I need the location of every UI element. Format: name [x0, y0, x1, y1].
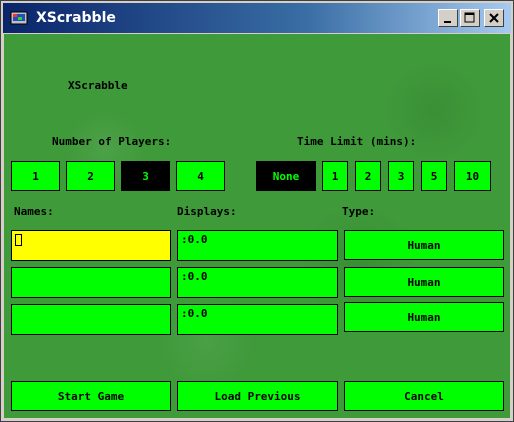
player-2-type-button[interactable]: Human	[344, 267, 504, 297]
players-option-1[interactable]: 1	[11, 161, 60, 191]
displays-column-label: Displays:	[177, 205, 237, 218]
load-previous-button[interactable]: Load Previous	[177, 381, 338, 411]
player-2-display-value: :0.0	[181, 270, 208, 283]
player-3-display-input[interactable]: :0.0	[177, 304, 338, 335]
minimize-icon	[444, 21, 451, 23]
players-option-2[interactable]: 2	[66, 161, 115, 191]
players-option-4[interactable]: 4	[176, 161, 225, 191]
close-button[interactable]	[484, 9, 504, 27]
app-icon	[10, 11, 28, 25]
player-1-display-value: :0.0	[181, 233, 208, 246]
names-column-label: Names:	[14, 205, 54, 218]
text-cursor	[15, 234, 22, 246]
time-limit-label: Time Limit (mins):	[297, 135, 417, 148]
close-icon	[489, 13, 499, 23]
time-option-3[interactable]: 3	[388, 161, 414, 191]
players-label: Number of Players:	[52, 135, 172, 148]
xscrabble-window: XScrabble XScrabble Number of Players: T…	[0, 0, 514, 422]
maximize-icon	[464, 12, 475, 23]
time-option-10[interactable]: 10	[454, 161, 491, 191]
time-option-2[interactable]: 2	[355, 161, 381, 191]
window-title: XScrabble	[36, 10, 116, 26]
player-2-display-input[interactable]: :0.0	[177, 267, 338, 298]
app-label: XScrabble	[68, 79, 128, 92]
time-option-none[interactable]: None	[256, 161, 316, 191]
player-3-name-input[interactable]	[11, 304, 171, 335]
player-3-display-value: :0.0	[181, 307, 208, 320]
player-1-type-button[interactable]: Human	[344, 230, 504, 260]
cancel-button[interactable]: Cancel	[344, 381, 504, 411]
game-setup-panel: XScrabble Number of Players: Time Limit …	[4, 34, 510, 418]
time-option-5[interactable]: 5	[421, 161, 447, 191]
player-3-type-button[interactable]: Human	[344, 302, 504, 332]
player-1-name-input[interactable]	[11, 230, 171, 261]
start-game-button[interactable]: Start Game	[11, 381, 171, 411]
title-bar[interactable]: XScrabble	[3, 3, 511, 33]
type-column-label: Type:	[342, 205, 376, 218]
minimize-button[interactable]	[438, 9, 458, 27]
time-option-1[interactable]: 1	[322, 161, 348, 191]
player-1-display-input[interactable]: :0.0	[177, 230, 338, 261]
players-option-3[interactable]: 3	[121, 161, 170, 191]
player-2-name-input[interactable]	[11, 267, 171, 298]
maximize-button[interactable]	[460, 9, 480, 27]
